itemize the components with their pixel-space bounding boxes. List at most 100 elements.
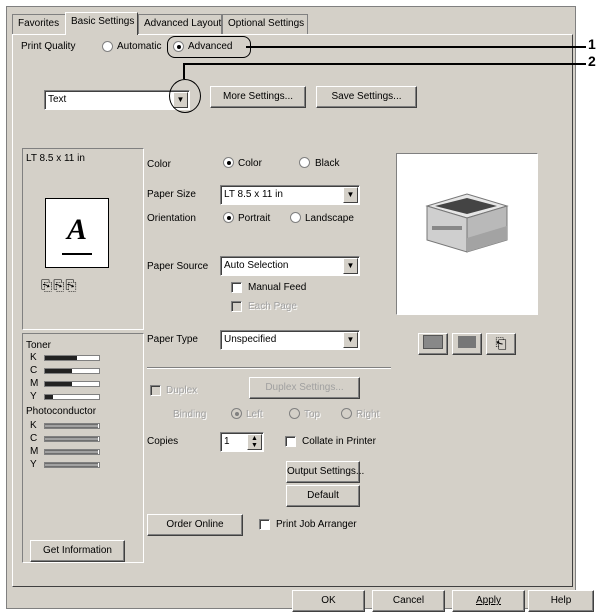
apply-button[interactable]: Apply bbox=[452, 590, 525, 612]
pc-y-label: Y bbox=[30, 459, 37, 470]
color-option-label: Color bbox=[238, 158, 262, 169]
callout-line-1 bbox=[246, 46, 586, 48]
callout-1: 1 bbox=[588, 36, 596, 52]
printer-illustration bbox=[425, 193, 509, 253]
paper-size-label: Paper Size bbox=[147, 189, 196, 200]
pc-c-bar bbox=[44, 436, 100, 442]
callout-2: 2 bbox=[588, 53, 596, 69]
paper-size-select[interactable]: LT 8.5 x 11 in ▼ bbox=[220, 185, 360, 205]
print-job-arranger-checkbox[interactable] bbox=[259, 519, 270, 530]
binding-left-label: Left bbox=[246, 409, 263, 420]
save-settings-button[interactable]: Save Settings... bbox=[316, 86, 417, 108]
color-radio[interactable] bbox=[223, 157, 234, 168]
dropdown-highlight-circle bbox=[169, 79, 201, 113]
output-settings-button[interactable]: Output Settings... bbox=[286, 461, 364, 483]
quality-preset-select[interactable]: Text ▼ bbox=[44, 90, 190, 110]
more-settings-button[interactable]: More Settings... bbox=[210, 86, 306, 108]
each-page-label: Each Page bbox=[248, 301, 297, 312]
toner-k-bar bbox=[44, 355, 100, 361]
binding-right-label: Right bbox=[356, 409, 380, 420]
paper-source-select[interactable]: Auto Selection ▼ bbox=[220, 256, 360, 276]
toner-m-label: M bbox=[30, 378, 39, 389]
divider bbox=[147, 367, 391, 369]
color-label: Color bbox=[147, 159, 171, 170]
toner-y-bar bbox=[44, 394, 100, 400]
advanced-highlight-circle bbox=[167, 36, 251, 58]
portrait-radio[interactable] bbox=[223, 212, 234, 223]
binding-top-label: Top bbox=[304, 409, 321, 420]
print-preview-icon-button[interactable] bbox=[418, 333, 448, 355]
pc-c-label: C bbox=[30, 433, 38, 444]
callout-line-2-drop bbox=[183, 63, 185, 79]
binding-right-radio[interactable] bbox=[341, 408, 352, 419]
spin-arrows-icon[interactable]: ▲ ▼ bbox=[247, 434, 262, 450]
orientation-label: Orientation bbox=[147, 213, 196, 224]
paper-source-value: Auto Selection bbox=[224, 260, 289, 271]
print-preview-icon bbox=[423, 335, 443, 350]
landscape-label: Landscape bbox=[305, 213, 354, 224]
collate-label: Collate in Printer bbox=[302, 436, 376, 447]
help-button[interactable]: Help bbox=[528, 590, 594, 612]
toner-y-label: Y bbox=[30, 391, 37, 402]
binding-label: Binding bbox=[173, 409, 207, 420]
preview-paper-label: LT 8.5 x 11 in bbox=[26, 153, 85, 164]
binding-top-radio[interactable] bbox=[289, 408, 300, 419]
toner-m-bar bbox=[44, 381, 100, 387]
chevron-down-icon[interactable]: ▼ bbox=[343, 187, 358, 203]
black-option-label: Black bbox=[315, 158, 340, 169]
page-rule bbox=[62, 253, 92, 255]
get-information-button[interactable]: Get Information bbox=[30, 540, 125, 562]
paper-size-value: LT 8.5 x 11 in bbox=[224, 189, 283, 200]
tab-favorites[interactable]: Favorites bbox=[12, 14, 66, 34]
page-preview: A bbox=[45, 198, 109, 268]
automatic-radio[interactable] bbox=[102, 41, 113, 52]
automatic-label: Automatic bbox=[117, 41, 162, 52]
duplex-settings-button[interactable]: Duplex Settings... bbox=[249, 377, 360, 399]
printer-image-panel bbox=[396, 153, 538, 315]
pc-m-bar bbox=[44, 449, 100, 455]
tab-advanced-layout[interactable]: Advanced Layout bbox=[138, 14, 222, 34]
return-paper-icon: ⎗ bbox=[495, 335, 507, 351]
duplex-checkbox[interactable] bbox=[150, 385, 161, 396]
multipage-icon: ⎘⎘⎘ bbox=[41, 277, 78, 293]
pc-k-bar bbox=[44, 423, 100, 429]
collate-checkbox[interactable] bbox=[285, 436, 296, 447]
toner-c-bar bbox=[44, 368, 100, 374]
printer-icon-button[interactable] bbox=[452, 333, 482, 355]
binding-left-radio[interactable] bbox=[231, 408, 242, 419]
paper-source-label: Paper Source bbox=[147, 261, 209, 272]
photoconductor-label: Photoconductor bbox=[26, 406, 97, 417]
print-quality-label: Print Quality bbox=[21, 41, 76, 52]
chevron-down-icon[interactable]: ▼ bbox=[343, 332, 358, 348]
pc-y-bar bbox=[44, 462, 100, 468]
black-radio[interactable] bbox=[299, 157, 310, 168]
print-job-arranger-label: Print Job Arranger bbox=[276, 519, 357, 530]
copies-label: Copies bbox=[147, 436, 179, 447]
order-online-button[interactable]: Order Online bbox=[147, 514, 243, 536]
return-icon-button[interactable]: ⎗ bbox=[486, 333, 516, 355]
ok-button[interactable]: OK bbox=[292, 590, 365, 612]
paper-type-select[interactable]: Unspecified ▼ bbox=[220, 330, 360, 350]
each-page-checkbox[interactable] bbox=[231, 301, 242, 312]
paper-type-value: Unspecified bbox=[224, 334, 277, 345]
toner-k-label: K bbox=[30, 352, 37, 363]
copies-value: 1 bbox=[224, 436, 230, 447]
cancel-button[interactable]: Cancel bbox=[372, 590, 445, 612]
toner-label: Toner bbox=[26, 340, 52, 351]
manual-feed-checkbox[interactable] bbox=[231, 282, 242, 293]
manual-feed-label: Manual Feed bbox=[248, 282, 307, 293]
page-letter: A bbox=[66, 213, 87, 246]
paper-type-label: Paper Type bbox=[147, 334, 198, 345]
pc-m-label: M bbox=[30, 446, 39, 457]
tab-basic-settings[interactable]: Basic Settings bbox=[65, 12, 138, 35]
toner-c-label: C bbox=[30, 365, 38, 376]
landscape-radio[interactable] bbox=[290, 212, 301, 223]
copies-spinner[interactable]: 1 ▲ ▼ bbox=[220, 432, 264, 452]
quality-preset-value: Text bbox=[48, 94, 67, 105]
pc-k-label: K bbox=[30, 420, 37, 431]
tab-optional-settings[interactable]: Optional Settings bbox=[222, 14, 308, 34]
portrait-label: Portrait bbox=[238, 213, 271, 224]
chevron-down-icon[interactable]: ▼ bbox=[343, 258, 358, 274]
printer-icon bbox=[458, 336, 476, 349]
default-button[interactable]: Default bbox=[286, 485, 360, 507]
